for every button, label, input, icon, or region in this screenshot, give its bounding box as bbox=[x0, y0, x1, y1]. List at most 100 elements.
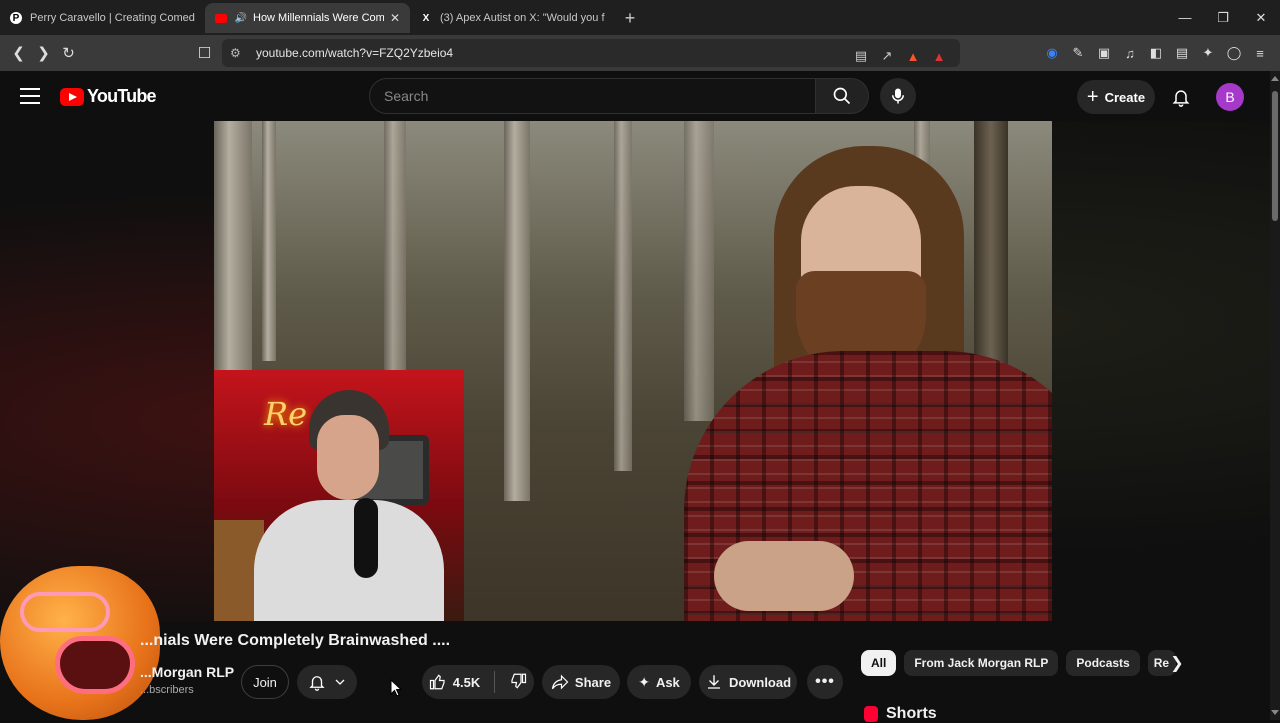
scroll-down-icon[interactable] bbox=[1271, 710, 1279, 715]
more-actions-button[interactable]: ••• bbox=[807, 665, 843, 699]
wallet-icon[interactable]: ▤ bbox=[1170, 41, 1194, 65]
cast-icon[interactable]: ▤ bbox=[850, 44, 872, 68]
voice-search-button[interactable] bbox=[880, 78, 916, 114]
bell-icon bbox=[1172, 90, 1190, 107]
tab-perry-caravello[interactable]: P Perry Caravello | Creating Comedy, V bbox=[0, 3, 205, 33]
sidebar-toggle-icon[interactable]: ◧ bbox=[1144, 41, 1168, 65]
tab-title: (3) Apex Autist on X: "Would you felt bbox=[440, 12, 605, 24]
podcast-microphone bbox=[354, 498, 378, 578]
tab-youtube-video[interactable]: 🔊 How Millennials Were Comple ✕ bbox=[205, 3, 410, 33]
address-bar[interactable]: ⚙ youtube.com/watch?v=FZQ2Yzbeio4 ▤ ↗ ▲ … bbox=[222, 39, 960, 67]
brave-rewards-icon[interactable]: ▲ bbox=[928, 44, 950, 68]
thumbs-up-icon bbox=[429, 674, 445, 690]
channel-name[interactable]: ...Morgan RLP bbox=[140, 664, 234, 680]
x-logo-icon: X bbox=[422, 12, 430, 24]
extensions-puzzle-icon[interactable]: ✎ bbox=[1066, 41, 1090, 65]
tree-trunk bbox=[384, 121, 406, 381]
scrollbar-thumb[interactable] bbox=[1272, 91, 1278, 221]
menu-icon[interactable]: ≡ bbox=[1248, 41, 1272, 65]
minimize-icon[interactable]: — bbox=[1166, 0, 1204, 35]
chevron-down-icon bbox=[335, 679, 345, 685]
window-controls: — ❐ ✕ bbox=[1166, 0, 1280, 35]
share-label: Share bbox=[574, 674, 612, 690]
subscription-notifications-button[interactable] bbox=[297, 665, 357, 699]
tab-title: How Millennials Were Comple bbox=[253, 12, 384, 24]
sticker-mouth bbox=[55, 636, 135, 694]
brave-shield-icon[interactable]: ▲ bbox=[902, 44, 924, 68]
sticker-glasses bbox=[20, 592, 110, 632]
subscriber-count: ...bscribers bbox=[140, 684, 194, 696]
search-input[interactable] bbox=[384, 88, 815, 104]
speaker-hands bbox=[714, 541, 854, 611]
avatar[interactable]: B bbox=[1216, 83, 1244, 111]
join-button[interactable]: Join bbox=[241, 665, 289, 699]
chevron-right-icon[interactable]: ❯ bbox=[1165, 650, 1189, 676]
chip-all[interactable]: All bbox=[861, 650, 897, 676]
divider bbox=[494, 671, 496, 693]
bell-icon bbox=[309, 676, 325, 691]
search-button[interactable] bbox=[815, 78, 869, 114]
mouse-cursor-icon bbox=[390, 679, 402, 697]
media-icon[interactable]: ♫ bbox=[1118, 41, 1142, 65]
emoji-sticker-overlay bbox=[0, 566, 160, 720]
tree-trunk bbox=[614, 121, 632, 471]
ask-label: Ask bbox=[655, 674, 680, 690]
download-icon bbox=[707, 675, 720, 689]
video-title: ...nials Were Completely Brainwashed ...… bbox=[140, 632, 451, 649]
new-tab-button[interactable]: + bbox=[615, 3, 645, 33]
share-button[interactable]: Share bbox=[542, 665, 620, 699]
youtube-logo-text: YouTube bbox=[87, 86, 157, 106]
search-box[interactable] bbox=[369, 78, 816, 114]
tree-trunk bbox=[262, 121, 276, 361]
dislike-button[interactable] bbox=[509, 672, 527, 693]
reload-icon[interactable]: ↻ bbox=[56, 39, 81, 67]
patreon-icon: P bbox=[10, 12, 22, 24]
extension-blue-icon[interactable]: ◉ bbox=[1040, 41, 1064, 65]
tab-title: Perry Caravello | Creating Comedy, V bbox=[30, 12, 195, 24]
screenshot-icon[interactable]: ▣ bbox=[1092, 41, 1116, 65]
chip-podcasts[interactable]: Podcasts bbox=[1066, 650, 1140, 676]
youtube-masthead: YouTube + Create B bbox=[0, 71, 1270, 121]
notifications-button[interactable] bbox=[1168, 84, 1194, 110]
youtube-play-icon bbox=[60, 87, 84, 106]
shorts-shelf-header: Shorts bbox=[864, 705, 937, 723]
bookmark-icon[interactable]: ☐ bbox=[192, 39, 217, 67]
ask-button[interactable]: ✦ Ask bbox=[627, 665, 691, 699]
tree-trunk bbox=[684, 121, 714, 421]
create-button[interactable]: + Create bbox=[1077, 80, 1155, 114]
forward-icon[interactable]: ❯ bbox=[31, 39, 56, 67]
tree-trunk bbox=[214, 121, 252, 371]
back-icon[interactable]: ❮ bbox=[6, 39, 31, 67]
like-dislike-group: 4.5K bbox=[422, 665, 534, 699]
chip-from-channel[interactable]: From Jack Morgan RLP bbox=[904, 650, 1059, 676]
audio-playing-icon[interactable]: 🔊 bbox=[235, 12, 247, 24]
extensions-area: ◉ ✎ ▣ ♫ ◧ ▤ ✦ ◯ ≡ bbox=[1040, 35, 1272, 71]
restore-icon[interactable]: ❐ bbox=[1204, 0, 1242, 35]
page-scrollbar[interactable] bbox=[1270, 71, 1280, 720]
youtube-logo[interactable]: YouTube bbox=[60, 86, 157, 107]
share-arrow-icon bbox=[551, 674, 569, 690]
url-text: youtube.com/watch?v=FZQ2Yzbeio4 bbox=[256, 46, 454, 60]
share-page-icon[interactable]: ↗ bbox=[876, 44, 898, 68]
download-button[interactable]: Download bbox=[699, 665, 797, 699]
search-icon bbox=[833, 87, 851, 105]
vpn-icon[interactable]: ◯ bbox=[1222, 41, 1246, 65]
more-horizontal-icon: ••• bbox=[815, 673, 835, 690]
host-face bbox=[317, 415, 379, 500]
create-label: Create bbox=[1104, 89, 1146, 105]
close-tab-icon[interactable]: ✕ bbox=[390, 11, 400, 25]
close-window-icon[interactable]: ✕ bbox=[1242, 0, 1280, 35]
scroll-up-icon[interactable] bbox=[1271, 76, 1279, 81]
download-label: Download bbox=[728, 674, 792, 690]
plus-icon: + bbox=[1086, 86, 1099, 108]
video-player[interactable]: Re bbox=[214, 121, 1052, 621]
tree-trunk bbox=[504, 121, 530, 501]
related-filter-chips: All From Jack Morgan RLP Podcasts Re bbox=[861, 650, 1176, 676]
like-button[interactable]: 4.5K bbox=[429, 673, 480, 691]
site-settings-icon[interactable]: ⚙ bbox=[230, 46, 246, 60]
leo-ai-icon[interactable]: ✦ bbox=[1196, 41, 1220, 65]
shorts-label: Shorts bbox=[886, 705, 937, 722]
guide-menu-icon[interactable] bbox=[18, 85, 42, 107]
tab-x-post[interactable]: X (3) Apex Autist on X: "Would you felt bbox=[410, 3, 615, 33]
like-count: 4.5K bbox=[452, 674, 481, 690]
